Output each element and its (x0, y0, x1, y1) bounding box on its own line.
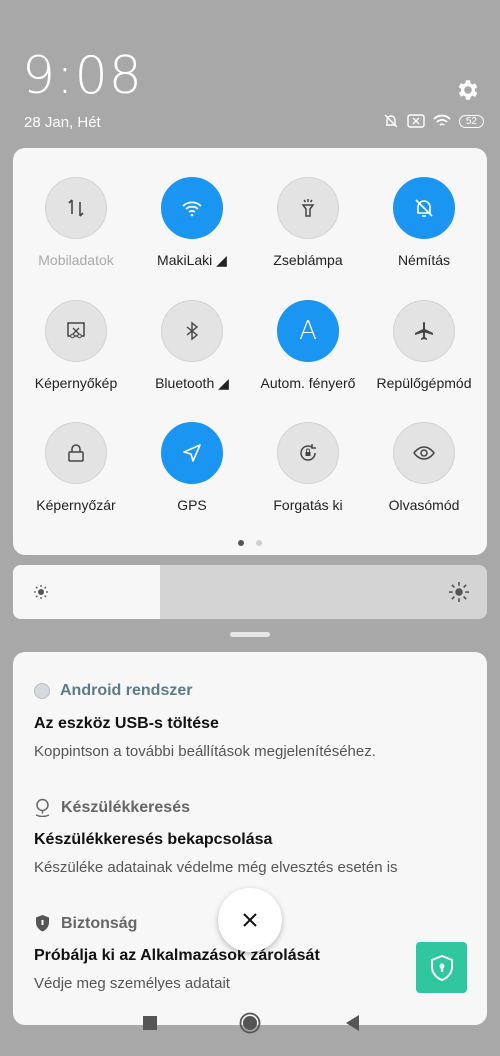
auto-letter: A (299, 316, 317, 346)
bluetooth-icon (161, 300, 223, 362)
tile-label: MakiLaki ◢ (157, 252, 227, 268)
bell-off-icon (393, 177, 455, 239)
tile-label: Mobiladatok (38, 252, 114, 268)
tile-label: GPS (177, 497, 207, 513)
gps-icon (161, 422, 223, 484)
notification-body: Védje meg személyes adatait (34, 975, 230, 992)
mobile-data-icon (45, 177, 107, 239)
eye-icon (393, 422, 455, 484)
page-indicator (238, 540, 262, 546)
tile-gps[interactable]: GPS (134, 422, 250, 513)
tile-label: Képernyőzár (36, 497, 116, 513)
wifi-icon (161, 177, 223, 239)
notification-app: Biztonság (61, 914, 138, 932)
tile-eye[interactable]: Olvasómód (366, 422, 482, 513)
tile-bell-off[interactable]: Némítás (366, 177, 482, 268)
status-icons: 52 (383, 113, 484, 129)
screenshot-icon (45, 300, 107, 362)
flashlight-icon (277, 177, 339, 239)
tile-auto-brightness[interactable]: A Autom. fényerő (250, 300, 366, 391)
recents-button[interactable] (139, 1012, 161, 1034)
auto-brightness-icon: A (277, 300, 339, 362)
tile-lock[interactable]: Képernyőzár (18, 422, 134, 513)
close-icon (243, 913, 257, 927)
find-device-icon (35, 798, 50, 817)
back-button[interactable] (342, 1012, 364, 1034)
quick-settings-panel: Mobiladatok MakiLaki ◢ Zseblámpa Némítás Kép… (13, 148, 487, 555)
tile-label: Autom. fényerő (260, 375, 356, 391)
tile-rotation-lock[interactable]: Forgatás ki (250, 422, 366, 513)
tile-airplane[interactable]: Repülőgépmód (366, 300, 482, 391)
rotation-lock-icon (277, 422, 339, 484)
tile-label: Zseblámpa (273, 252, 343, 268)
tile-flashlight[interactable]: Zseblámpa (250, 177, 366, 268)
tile-mobile-data[interactable]: Mobiladatok (18, 177, 134, 268)
tile-label: Némítás (397, 252, 451, 268)
notification-title: Készülékkeresés bekapcsolása (34, 831, 273, 848)
date: 28 Jan, Hét (24, 114, 101, 131)
tile-label: Repülőgépmód (376, 375, 472, 391)
tile-label: Forgatás ki (273, 497, 343, 513)
notification-title: Az eszköz USB-s töltése (34, 715, 219, 732)
android-system-icon (34, 683, 50, 699)
mute-icon (384, 114, 398, 128)
clock: 9:08 (22, 46, 143, 106)
tile-wifi[interactable]: MakiLaki ◢ (134, 177, 250, 269)
page-dot[interactable] (256, 540, 262, 546)
tile-screenshot[interactable]: Képernyőkép (18, 300, 134, 391)
tile-bluetooth[interactable]: Bluetooth ◢ (134, 300, 250, 392)
lock-icon (45, 422, 107, 484)
tile-label: Olvasómód (388, 497, 460, 513)
tile-label: Bluetooth ◢ (155, 375, 229, 391)
wifi-status-icon (433, 114, 451, 126)
brightness-low-icon (34, 585, 48, 599)
clear-notifications-button[interactable] (218, 888, 282, 952)
home-button[interactable] (239, 1012, 261, 1034)
notification-body: Készüléke adatainak védelme még elveszté… (34, 859, 398, 876)
notification-app: Android rendszer (60, 682, 193, 699)
shield-lock-icon (430, 954, 453, 981)
drag-handle[interactable] (230, 632, 270, 637)
notification-body: Koppintson a további beállítások megjele… (34, 743, 376, 760)
tile-label: Képernyőkép (34, 375, 118, 391)
brightness-slider[interactable] (13, 565, 487, 619)
notification-title: Próbálja ki az Alkalmazások zárolását (34, 947, 320, 964)
shield-icon (36, 915, 49, 932)
app-lock-button[interactable] (416, 942, 467, 993)
settings-gear-icon[interactable] (455, 77, 481, 103)
page-dot-active[interactable] (238, 540, 244, 546)
airplane-icon (393, 300, 455, 362)
notification-app: Készülékkeresés (61, 798, 190, 816)
no-sim-icon (407, 114, 425, 128)
brightness-high-icon (449, 582, 469, 602)
battery-indicator: 52 (458, 114, 484, 128)
